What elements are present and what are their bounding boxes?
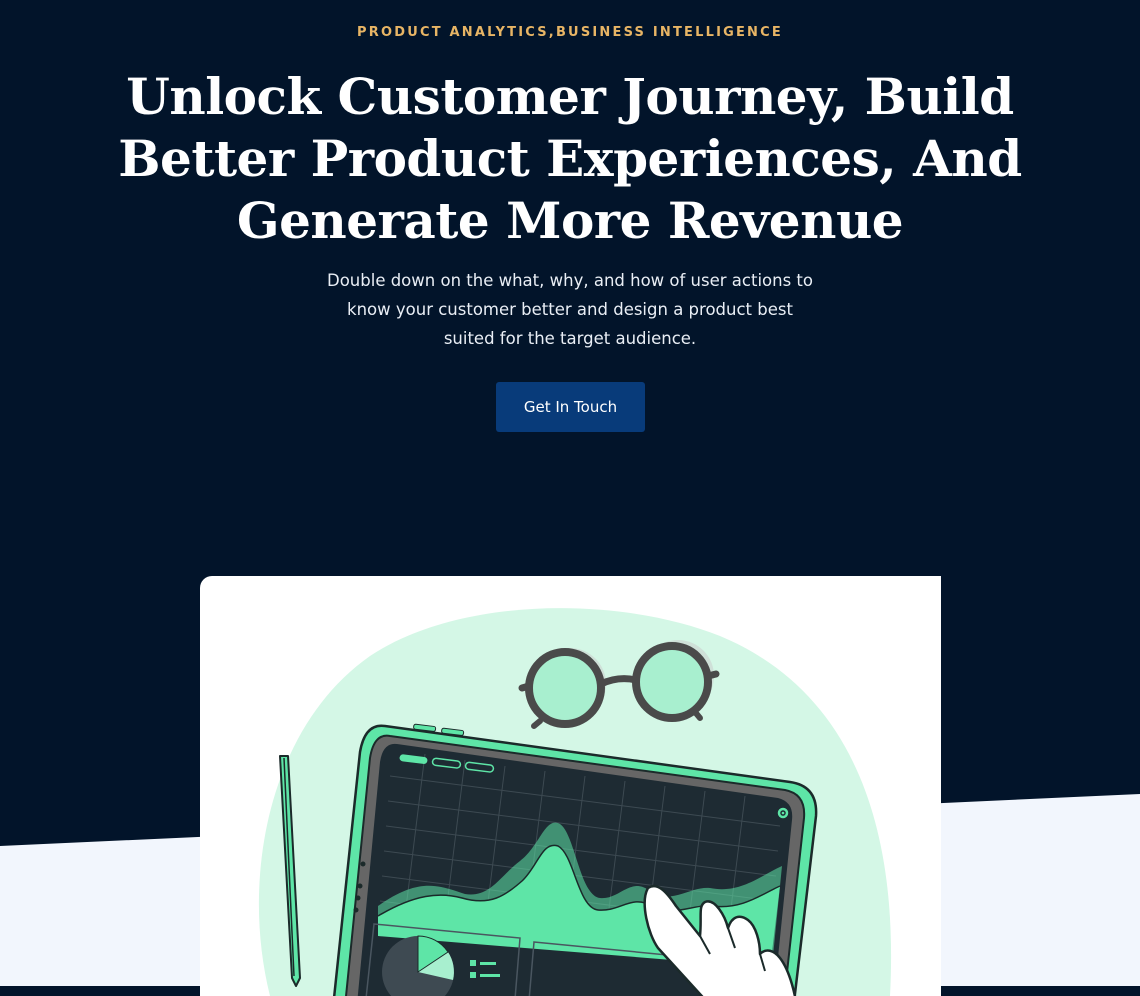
illustration-card bbox=[200, 576, 941, 996]
hero-subtitle: Double down on the what, why, and how of… bbox=[327, 271, 813, 348]
page-title: Unlock Customer Journey, Build Better Pr… bbox=[118, 67, 1022, 250]
analytics-illustration bbox=[258, 608, 892, 996]
get-in-touch-button[interactable]: Get In Touch bbox=[496, 382, 645, 432]
hero-section: PRODUCT ANALYTICS,BUSINESS INTELLIGENCE … bbox=[0, 0, 1140, 996]
gear-icon bbox=[777, 807, 789, 819]
eyebrow-label: PRODUCT ANALYTICS,BUSINESS INTELLIGENCE bbox=[357, 25, 783, 40]
